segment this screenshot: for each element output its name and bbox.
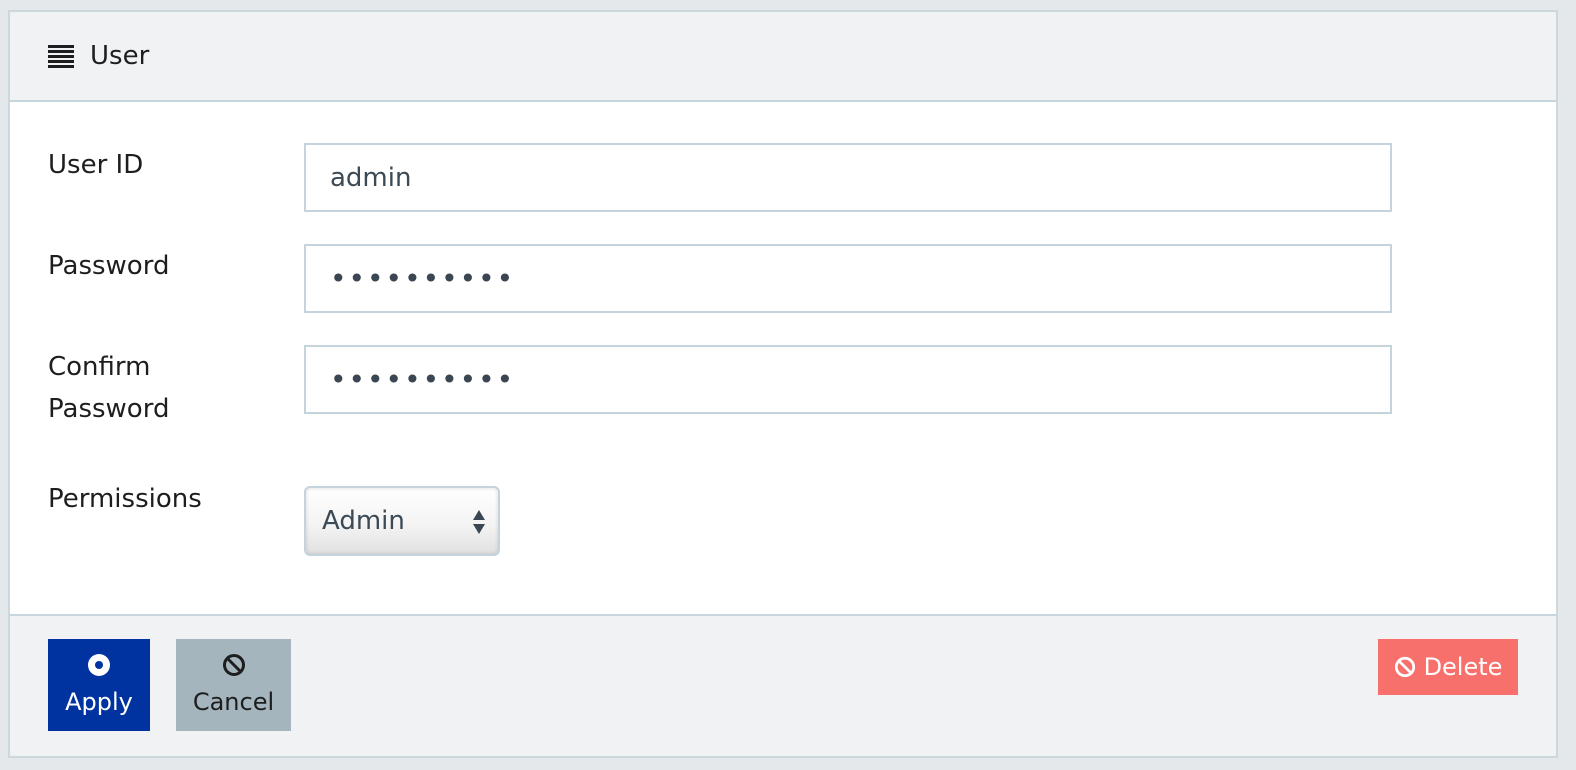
select-arrows-icon (473, 510, 485, 534)
permissions-selected-value: Admin (322, 506, 405, 536)
confirm-password-value: •••••••••• (330, 363, 516, 396)
password-label: Password (48, 251, 170, 281)
panel-title: User (90, 41, 150, 71)
permissions-select[interactable]: Admin (304, 486, 500, 556)
permissions-label: Permissions (48, 484, 202, 514)
confirm-password-label-line1: Confirm (48, 352, 151, 382)
password-input[interactable]: •••••••••• (304, 244, 1392, 313)
user-form: User ID admin Password •••••••••• Confir… (10, 102, 1556, 618)
user-id-value: admin (330, 162, 412, 193)
confirm-password-label-line2: Password (48, 394, 170, 424)
delete-button[interactable]: Delete (1378, 639, 1518, 695)
confirm-password-input[interactable]: •••••••••• (304, 345, 1392, 414)
user-panel: User User ID admin Password •••••••••• C… (8, 10, 1558, 758)
panel-footer: Apply Cancel Delete (10, 614, 1556, 756)
user-id-input[interactable]: admin (304, 143, 1392, 212)
cancel-button[interactable]: Cancel (176, 639, 291, 731)
password-value: •••••••••• (330, 262, 516, 295)
ban-icon (1394, 656, 1415, 678)
delete-label: Delete (1423, 653, 1503, 681)
cancel-label: Cancel (192, 688, 275, 716)
radio-dot-icon (88, 654, 110, 676)
panel-header: User (10, 12, 1556, 102)
list-icon (48, 45, 74, 68)
apply-button[interactable]: Apply (48, 639, 150, 731)
user-id-label: User ID (48, 150, 144, 180)
ban-icon (222, 654, 245, 676)
apply-label: Apply (65, 688, 133, 716)
